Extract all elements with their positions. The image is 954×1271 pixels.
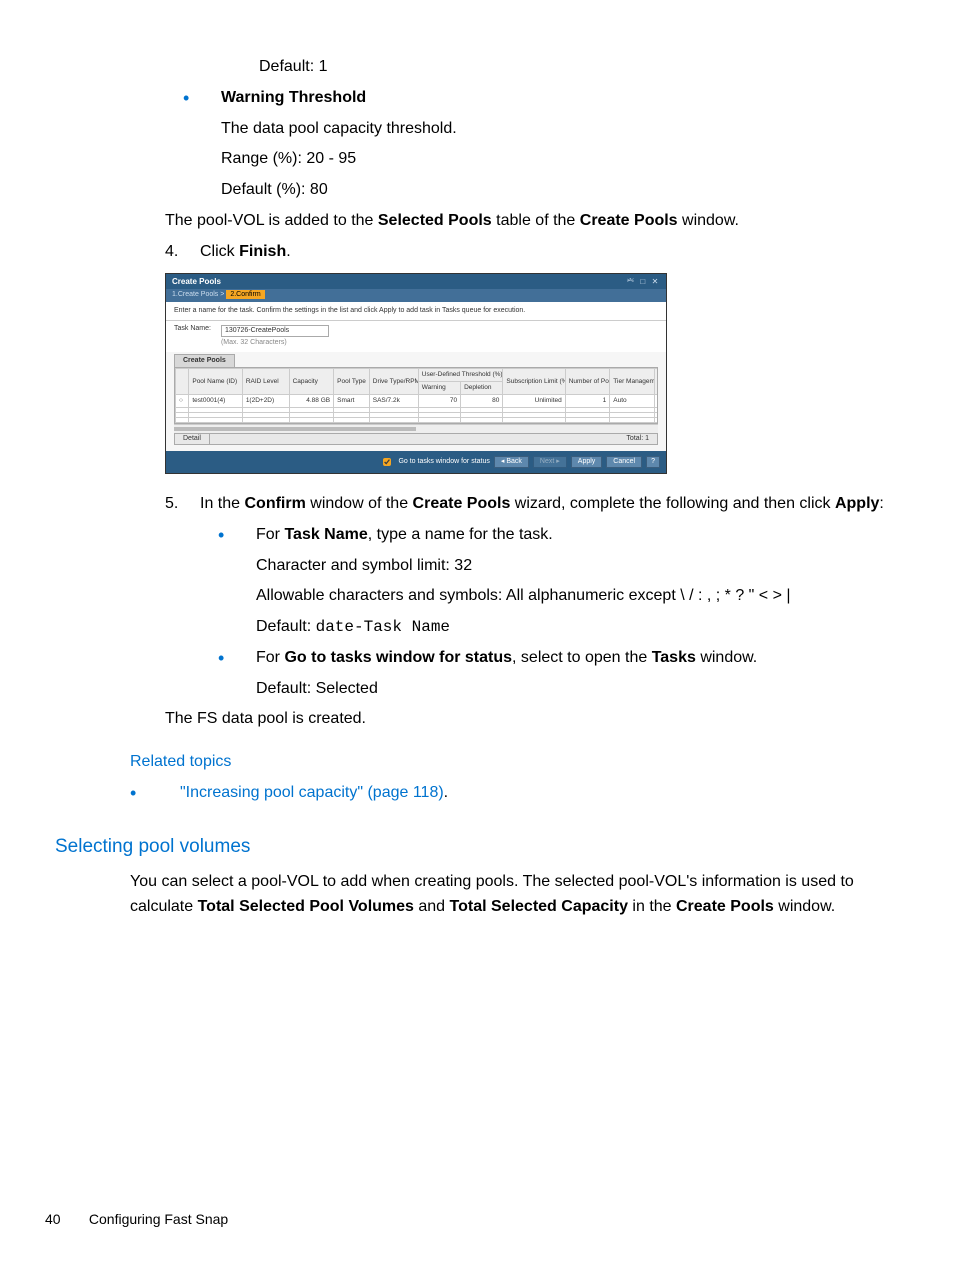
bullet-icon: • <box>218 646 256 708</box>
table-row[interactable]: ○ test0001(4) 1(2D+2D) 4.88 GB Smart SAS… <box>176 394 659 407</box>
col-tier[interactable]: Tier Management <box>610 369 655 395</box>
goto-default: Default: Selected <box>256 677 899 702</box>
step-5: 5. In the Confirm window of the Create P… <box>165 492 899 517</box>
h-scrollbar[interactable] <box>174 424 658 433</box>
task-name-label: Task Name: <box>174 325 211 333</box>
filter-icon[interactable]: ⎃ <box>626 277 636 287</box>
create-pools-tab[interactable]: Create Pools <box>174 354 235 367</box>
maximize-icon[interactable]: □ <box>638 277 648 287</box>
related-topics-heading: Related topics <box>130 750 899 775</box>
col-threshold[interactable]: User-Defined Threshold (%) <box>418 369 503 382</box>
table-row <box>176 417 659 422</box>
footer-title: Configuring Fast Snap <box>89 1211 228 1227</box>
char-limit: Character and symbol limit: 32 <box>256 554 899 579</box>
col-pool-type[interactable]: Pool Type <box>334 369 370 395</box>
related-link[interactable]: "Increasing pool capacity" (page 118) <box>180 784 444 801</box>
col-drive[interactable]: Drive Type/RPM <box>369 369 418 395</box>
breadcrumb-step1[interactable]: 1.Create Pools <box>172 291 218 298</box>
step-4: 4. Click Finish. <box>165 240 899 265</box>
page-number: 40 <box>45 1209 85 1231</box>
section-paragraph: You can select a pool-VOL to add when cr… <box>130 870 899 920</box>
help-button[interactable]: ? <box>646 456 660 468</box>
back-button[interactable]: ◂ Back <box>494 456 529 468</box>
pool-added-sentence: The pool-VOL is added to the Selected Po… <box>165 209 899 234</box>
col-warning[interactable]: Warning <box>418 381 460 394</box>
row-radio[interactable]: ○ <box>176 394 189 407</box>
warning-threshold-desc: The data pool capacity threshold. <box>221 117 899 142</box>
dialog-title: Create Pools <box>172 277 221 287</box>
total-count: Total: 1 <box>618 433 658 445</box>
bullet-icon: • <box>218 523 256 646</box>
bullet-task-name: • For Task Name, type a name for the tas… <box>218 523 899 646</box>
allowable-chars: Allowable characters and symbols: All al… <box>256 584 899 609</box>
task-name-input[interactable]: 130726-CreatePools <box>221 325 329 337</box>
col-nvol[interactable]: Number of Pool VOLs <box>565 369 610 395</box>
warning-threshold-range: Range (%): 20 - 95 <box>221 147 899 172</box>
default-task-name: date-Task Name <box>316 618 450 636</box>
warning-threshold-heading: Warning Threshold <box>221 86 899 111</box>
step-number: 4. <box>165 240 200 265</box>
apply-button[interactable]: Apply <box>571 456 603 468</box>
bullet-icon: • <box>130 781 180 806</box>
param-default: Default: 1 <box>183 55 899 80</box>
page-footer: 40 Configuring Fast Snap <box>45 1209 228 1231</box>
detail-button[interactable]: Detail <box>174 433 210 445</box>
create-pools-dialog: Create Pools ⎃ □ ✕ 1.Create Pools > 2.Co… <box>165 273 667 474</box>
breadcrumb-step2: 2.Confirm <box>226 290 264 299</box>
dialog-titlebar: Create Pools ⎃ □ ✕ <box>166 274 666 290</box>
breadcrumb: 1.Create Pools > 2.Confirm <box>166 289 666 301</box>
task-name-hint: (Max. 32 Characters) <box>221 339 329 347</box>
close-icon[interactable]: ✕ <box>650 277 660 287</box>
col-pool[interactable]: Pool Name (ID) <box>189 369 242 395</box>
step-number: 5. <box>165 492 200 517</box>
warning-threshold-default: Default (%): 80 <box>221 178 899 203</box>
pools-table: Pool Name (ID) RAID Level Capacity Pool … <box>174 367 658 423</box>
goto-tasks-label: Go to tasks window for status <box>398 458 489 466</box>
col-cycle[interactable]: Cycle Ti <box>654 369 658 395</box>
col-depletion[interactable]: Depletion <box>461 381 503 394</box>
col-raid[interactable]: RAID Level <box>242 369 289 395</box>
next-button: Next ▸ <box>533 456 567 468</box>
bullet-goto-tasks: • For Go to tasks window for status, sel… <box>218 646 899 708</box>
section-heading: Selecting pool volumes <box>55 832 899 861</box>
dialog-instruction: Enter a name for the task. Confirm the s… <box>166 302 666 321</box>
goto-tasks-checkbox[interactable] <box>383 458 391 466</box>
bullet-warning-threshold: • Warning Threshold The data pool capaci… <box>183 86 899 209</box>
cancel-button[interactable]: Cancel <box>606 456 642 468</box>
col-subscription[interactable]: Subscription Limit (%) <box>503 369 565 395</box>
col-capacity[interactable]: Capacity <box>289 369 334 395</box>
related-bullet: • "Increasing pool capacity" (page 118). <box>130 781 899 806</box>
bullet-icon: • <box>183 86 221 209</box>
fs-pool-created: The FS data pool is created. <box>165 707 899 732</box>
